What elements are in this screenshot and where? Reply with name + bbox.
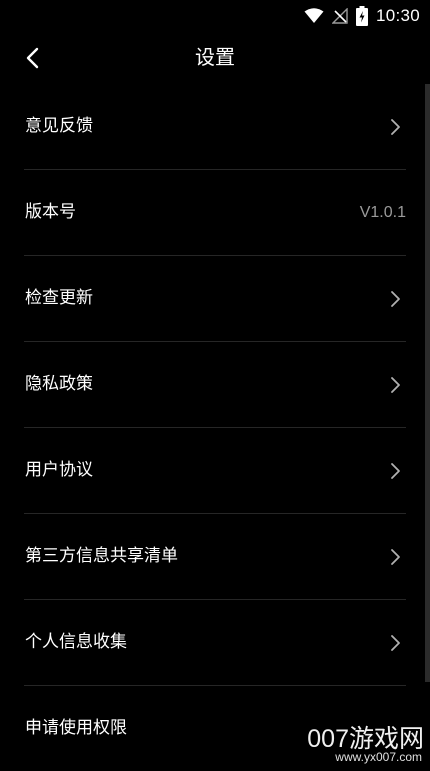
- settings-item-personal-info-collection[interactable]: 个人信息收集: [24, 600, 406, 686]
- scrollbar[interactable]: [425, 84, 430, 682]
- status-bar: 10:30: [0, 0, 430, 32]
- app-header: 设置: [0, 32, 430, 84]
- settings-item-privacy-policy[interactable]: 隐私政策: [24, 342, 406, 428]
- settings-item-label: 检查更新: [25, 288, 93, 308]
- status-time: 10:30: [375, 6, 420, 25]
- settings-item-label: 个人信息收集: [25, 632, 127, 652]
- settings-item-label: 隐私政策: [25, 374, 93, 394]
- watermark-logo: 007游戏网: [307, 725, 424, 753]
- chevron-right-icon: [391, 377, 400, 393]
- page-title: 设置: [195, 45, 235, 69]
- settings-item-third-party-sharing[interactable]: 第三方信息共享清单: [24, 514, 406, 600]
- chevron-right-icon: [391, 119, 400, 135]
- battery-charging-icon: [355, 6, 368, 26]
- settings-item-label: 申请使用权限: [25, 718, 127, 738]
- settings-item-feedback[interactable]: 意见反馈: [24, 84, 406, 170]
- settings-item-check-update[interactable]: 检查更新: [24, 256, 406, 342]
- chevron-right-icon: [391, 463, 400, 479]
- chevron-right-icon: [391, 635, 400, 651]
- settings-item-label: 版本号: [25, 202, 76, 222]
- settings-item-label: 意见反馈: [25, 116, 93, 136]
- settings-item-user-agreement[interactable]: 用户协议: [24, 428, 406, 514]
- chevron-right-icon: [391, 549, 400, 565]
- version-value: V1.0.1: [359, 204, 406, 221]
- settings-item-label: 第三方信息共享清单: [25, 546, 178, 566]
- status-icons: 10:30: [304, 4, 420, 28]
- settings-item-label: 用户协议: [25, 460, 93, 480]
- settings-item-version: 版本号 V1.0.1: [24, 170, 406, 256]
- wifi-icon: [304, 8, 324, 23]
- chevron-right-icon: [391, 291, 400, 307]
- no-signal-icon: [331, 8, 348, 24]
- watermark-url: www.yx007.com: [335, 750, 422, 764]
- settings-list: 意见反馈 版本号 V1.0.1 检查更新 隐私政策 用户协议 第三方信息共享清单…: [24, 84, 406, 771]
